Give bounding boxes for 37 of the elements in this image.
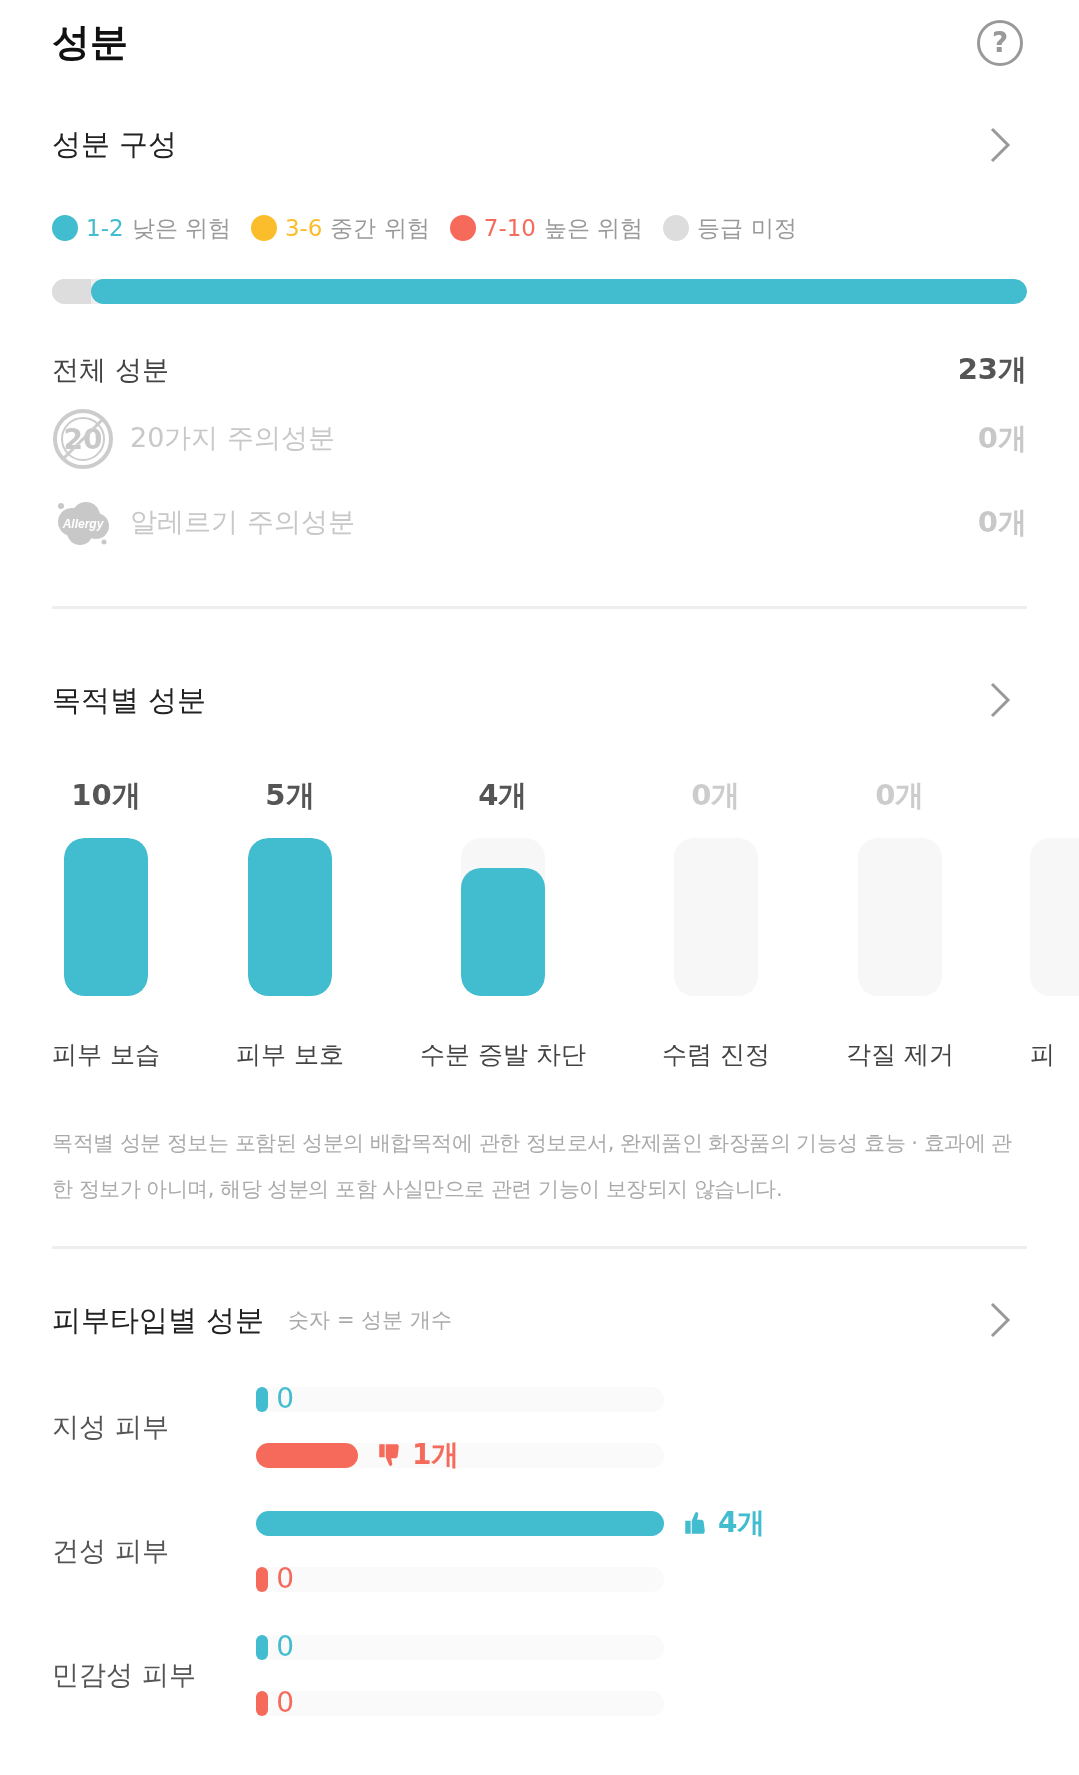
purpose-count: 10개 [71,777,141,814]
total-count: 23개 [957,351,1027,388]
chevron-right-icon[interactable] [989,681,1011,720]
legend-label: 등급 미정 [697,213,797,243]
purpose-label: 각질 제거 [845,1039,954,1071]
disclaimer-text: 목적별 성분 정보는 포함된 성분의 배합목적에 관한 정보로서, 완제품인 화장품의 기능성 효능 · 효과에 관한 정보가 아니며, 해당 성분의 포함 사실만으로 관련 기능이 보장되지 않습니다. [52,1129,1013,1203]
purpose-label: 피부 보호 [235,1039,344,1071]
help-button[interactable]: ? [977,19,1023,66]
legend-label: 중간 위험 [330,213,430,243]
skin-type-label: 지성 피부 [52,1409,170,1444]
purpose-label: 피부 보습 [52,1039,160,1071]
count-text: 0 [276,1629,295,1665]
page-title: 성분 [52,19,128,66]
skin-type-label: 민감성 피부 [52,1657,197,1692]
legend-range: 1-2 [86,213,124,243]
legend-label: 낮은 위험 [131,213,231,243]
total-label: 전체 성분 [52,352,169,387]
purpose-label: 수렴 진정 [661,1039,770,1071]
section-title: 성분 구성 [52,126,178,163]
count-text: 0 [276,1561,295,1597]
chevron-right-icon[interactable] [989,125,1011,164]
section-title: 목적별 성분 [52,681,207,719]
purpose-count: 5개 [265,777,315,814]
section-title: 피부타입별 성분 [52,1301,265,1339]
legend-label: 높은 위험 [544,213,644,243]
chevron-right-icon[interactable] [989,1301,1011,1340]
legend-range: 7-10 [483,213,536,243]
purpose-count: 4개 [478,777,528,814]
count-text: 1개 [412,1437,460,1473]
count-text: 0 [276,1381,295,1417]
skin-type-label: 건성 피부 [52,1533,170,1568]
subtitle-text: 숫자 = 성분 개수 [288,1306,452,1334]
purpose-label: 피 [1029,1039,1055,1071]
count-text: 0 [276,1685,295,1721]
legend-range: 3-6 [284,213,323,243]
purpose-label: 수분 증발 차단 [419,1039,586,1071]
count-text: 4개 [718,1505,766,1541]
